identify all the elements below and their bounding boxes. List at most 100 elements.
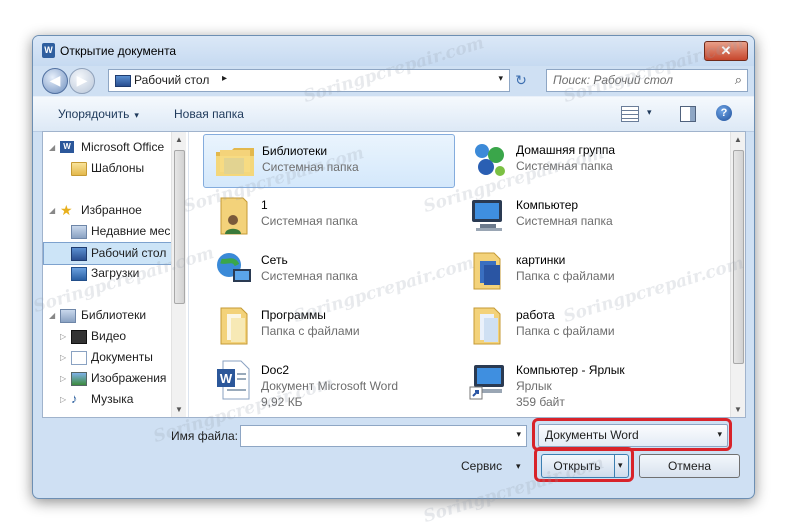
sidebar-item-documents[interactable]: ▷ Документы	[43, 347, 178, 368]
back-button[interactable]: ◀	[42, 68, 68, 94]
file-item-work[interactable]: работа Папка с файлами	[458, 299, 708, 351]
sidebar-item-images[interactable]: ▷ Изображения	[43, 368, 178, 389]
user-folder-icon	[220, 197, 248, 235]
service-button[interactable]: Сервис	[461, 459, 502, 473]
service-chevron-icon[interactable]: ▾	[516, 461, 521, 472]
view-options-chevron-icon[interactable]: ▾	[647, 107, 652, 118]
file-name: Программы	[261, 308, 326, 322]
organize-button[interactable]: Упорядочить ▾	[58, 107, 139, 121]
scroll-up-icon[interactable]: ▲	[734, 135, 742, 144]
filename-input[interactable]: ▾	[240, 425, 527, 447]
libraries-icon	[60, 309, 76, 323]
sidebar-item-video[interactable]: ▷ Видео	[43, 326, 178, 347]
word-icon: W	[60, 141, 74, 153]
documents-icon	[71, 351, 87, 365]
folder-icon	[71, 162, 87, 176]
expand-arrow-icon[interactable]: ◢	[49, 200, 55, 221]
scroll-thumb[interactable]	[733, 150, 744, 364]
file-list: Библиотеки Системная папка Домашняя груп…	[193, 132, 725, 417]
sidebar-item-music[interactable]: ▷ ♪ Музыка	[43, 389, 178, 410]
search-icon: ⌕	[734, 72, 742, 87]
file-name: работа	[516, 308, 555, 322]
new-folder-button[interactable]: Новая папка	[174, 107, 244, 121]
file-item-programs[interactable]: Программы Папка с файлами	[203, 299, 453, 351]
file-item-computer[interactable]: Компьютер Системная папка	[458, 189, 708, 241]
scroll-up-icon[interactable]: ▲	[175, 135, 183, 144]
word-icon: W	[42, 43, 55, 58]
file-item-network[interactable]: Сеть Системная папка	[203, 244, 453, 296]
libraries-folder-icon	[216, 148, 254, 176]
collapse-arrow-icon[interactable]: ▷	[60, 389, 66, 410]
sidebar-item-recent-places[interactable]: Недавние мес	[43, 221, 178, 242]
downloads-icon	[71, 267, 87, 281]
file-name: Doc2	[261, 363, 290, 377]
sidebar-item-label: Загрузки	[91, 266, 140, 280]
music-icon: ♪	[71, 391, 78, 406]
collapse-arrow-icon[interactable]: ▷	[60, 347, 66, 368]
scroll-thumb[interactable]	[174, 150, 185, 304]
sidebar-item-downloads[interactable]: Загрузки	[43, 263, 178, 284]
forward-button[interactable]: ▶	[69, 68, 95, 94]
images-icon	[71, 372, 87, 386]
address-dropdown-icon[interactable]: ▾	[498, 73, 503, 84]
file-item-libraries[interactable]: Библиотеки Системная папка	[203, 134, 455, 188]
sidebar-scrollbar[interactable]: ▲ ▼	[171, 132, 186, 417]
content-area: ◢ W Microsoft Office Шаблоны ◢ ★ Избранн…	[42, 131, 746, 418]
sidebar-item-label: Библиотеки	[81, 308, 147, 322]
sidebar-item-microsoft-office[interactable]: ◢ W Microsoft Office	[43, 137, 178, 158]
breadcrumb-chevron-icon[interactable]: ▸	[222, 73, 227, 84]
expand-arrow-icon[interactable]: ◢	[49, 305, 55, 326]
file-item-user-folder[interactable]: 1 Системная папка	[203, 189, 453, 241]
expand-arrow-icon[interactable]: ◢	[49, 137, 55, 158]
network-icon	[217, 253, 251, 282]
collapse-arrow-icon[interactable]: ▷	[60, 326, 66, 347]
file-type: Системная папка	[261, 269, 358, 283]
file-type: Документ Microsoft Word	[261, 379, 399, 393]
sidebar-item-label: Музыка	[91, 392, 134, 406]
address-path[interactable]: Рабочий стол	[134, 73, 209, 87]
command-toolbar: Упорядочить ▾ Новая папка ▾ ?	[33, 96, 754, 132]
desktop-icon	[115, 75, 131, 87]
scroll-down-icon[interactable]: ▼	[175, 405, 183, 414]
file-type: Системная папка	[261, 214, 358, 228]
file-item-doc2[interactable]: W Doc2 Документ Microsoft Word 9,92 КБ	[203, 354, 453, 409]
computer-icon	[472, 200, 502, 231]
sidebar-item-label: Рабочий стол	[91, 246, 167, 260]
address-bar[interactable]: Рабочий стол ▸ ▾	[108, 69, 510, 92]
cancel-button[interactable]: Отмена	[639, 454, 740, 478]
window-title: Открытие документа	[60, 44, 177, 58]
sidebar-item-favorites[interactable]: ◢ ★ Избранное	[43, 200, 178, 221]
search-placeholder: Поиск: Рабочий стол	[553, 73, 673, 87]
word-doc-icon: W	[217, 360, 250, 400]
sidebar-item-libraries[interactable]: ◢ Библиотеки	[43, 305, 178, 326]
scroll-down-icon[interactable]: ▼	[734, 405, 742, 414]
file-type: Системная папка	[262, 160, 359, 174]
sidebar-item-templates[interactable]: Шаблоны	[43, 158, 178, 179]
file-name: 1	[261, 198, 268, 212]
sidebar-item-label: Избранное	[81, 203, 142, 217]
file-list-scrollbar[interactable]: ▲ ▼	[730, 132, 745, 417]
preview-pane-icon[interactable]	[680, 106, 696, 122]
file-item-pictures[interactable]: картинки Папка с файлами	[458, 244, 708, 296]
sidebar-item-desktop[interactable]: Рабочий стол	[43, 242, 180, 265]
filename-label: Имя файла:	[171, 429, 238, 443]
file-size: 359 байт	[516, 395, 565, 409]
change-view-icon[interactable]	[621, 106, 639, 122]
filename-dropdown-icon[interactable]: ▾	[516, 429, 521, 440]
file-type: Папка с файлами	[261, 324, 360, 338]
organize-label: Упорядочить	[58, 107, 130, 121]
refresh-icon[interactable]: ↻	[511, 70, 531, 91]
file-item-computer-shortcut[interactable]: Компьютер - Ярлык Ярлык 359 байт	[458, 354, 708, 409]
file-item-homegroup[interactable]: Домашняя группа Системная папка	[458, 134, 708, 186]
file-name: картинки	[516, 253, 566, 267]
collapse-arrow-icon[interactable]: ▷	[60, 368, 66, 389]
help-icon[interactable]: ?	[716, 105, 732, 121]
homegroup-icon	[475, 144, 505, 176]
file-name: Домашняя группа	[516, 143, 616, 157]
open-document-dialog: W Открытие документа ✕ ◀ ▶ Рабочий стол …	[32, 35, 755, 499]
search-input[interactable]: Поиск: Рабочий стол ⌕	[546, 69, 748, 92]
sidebar-item-label: Изображения	[91, 371, 167, 385]
close-button[interactable]: ✕	[704, 41, 748, 61]
navigation-row: ◀ ▶ Рабочий стол ▸ ▾ ↻ Поиск: Рабочий ст…	[33, 66, 754, 94]
file-type: Системная папка	[516, 214, 613, 228]
